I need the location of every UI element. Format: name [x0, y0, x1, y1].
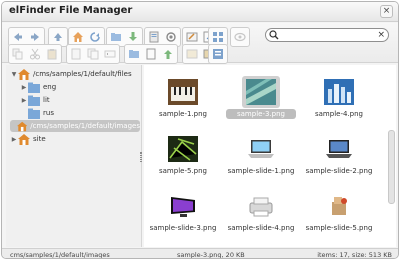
status-selected: sample-3.png, 20 KB: [177, 251, 245, 259]
close-button[interactable]: ×: [380, 5, 393, 18]
help-group: [230, 27, 250, 47]
circuit-thumbnail-icon: [168, 136, 198, 162]
file-name: sample-4.png: [315, 110, 363, 118]
tree-item-images-root[interactable]: ▶ /cms/samples/1/default/images: [10, 120, 140, 132]
expand-arrow-icon[interactable]: ▼: [10, 71, 18, 78]
search-clear-button[interactable]: ×: [377, 29, 385, 41]
status-totals: items: 17, size: 513 KB: [317, 251, 392, 259]
duplicate-icon[interactable]: [85, 46, 101, 62]
collapse-arrow-icon[interactable]: ▶: [20, 97, 28, 104]
help-icon[interactable]: [232, 29, 248, 45]
create-group: [124, 44, 178, 64]
back-icon[interactable]: [10, 29, 26, 45]
file-name: sample-slide-5.png: [305, 224, 373, 232]
boxes-thumbnail-icon: [332, 197, 347, 215]
search-box: ×: [265, 28, 389, 42]
clipboard-group: [8, 44, 62, 64]
file-name: sample-slide-1.png: [227, 167, 295, 175]
folder-icon: [28, 95, 40, 106]
get-info-icon[interactable]: [146, 29, 162, 45]
file-item[interactable]: sample-4.png: [302, 75, 376, 127]
tree-item-label: /cms/samples/1/default/files: [33, 70, 132, 78]
file-name: sample-1.png: [159, 110, 207, 118]
up-icon[interactable]: [50, 29, 66, 45]
home-icon[interactable]: [70, 29, 86, 45]
file-ops-group: [66, 44, 120, 64]
window-title: elFinder File Manager: [9, 5, 133, 16]
file-item[interactable]: sample-slide-1.png: [224, 132, 298, 184]
printer-thumbnail-icon: [249, 197, 273, 217]
reload-icon[interactable]: [87, 29, 103, 45]
view-icon[interactable]: [210, 29, 226, 45]
tree-item-eng[interactable]: ▶ eng: [20, 81, 56, 93]
file-name: sample-slide-4.png: [227, 224, 295, 232]
copy-icon[interactable]: [10, 46, 26, 62]
open-icon[interactable]: [108, 29, 124, 45]
upload-icon[interactable]: [160, 46, 176, 62]
vertical-scrollbar[interactable]: [388, 130, 395, 204]
title-bar[interactable]: elFinder File Manager ×: [2, 2, 398, 22]
sort-group: [208, 44, 228, 64]
cut-icon[interactable]: [27, 46, 43, 62]
status-bar: cms/samples/1/default/images sample-3.pn…: [2, 248, 398, 259]
tree-item-site[interactable]: ▶ site: [10, 133, 46, 145]
status-path: cms/samples/1/default/images: [10, 251, 110, 259]
tree-item-label: eng: [43, 83, 57, 91]
rename-icon[interactable]: [102, 46, 118, 62]
folder-tree: ▼ /cms/samples/1/default/files ▶ eng ▶ l…: [6, 65, 142, 247]
file-name: sample-5.png: [159, 167, 207, 175]
tree-item-label: /cms/samples/1/default/images: [30, 122, 140, 130]
tree-item-label: rus: [43, 109, 54, 117]
collapse-arrow-icon[interactable]: ▶: [10, 136, 18, 143]
tree-item-label: lit: [43, 96, 50, 104]
tree-item-files-root[interactable]: ▼ /cms/samples/1/default/files: [10, 68, 132, 80]
tree-item-lit[interactable]: ▶ lit: [20, 94, 50, 106]
city-thumbnail-icon: [324, 79, 354, 105]
laptop-thumbnail-icon: [326, 140, 352, 158]
laptop-thumbnail-icon: [248, 140, 274, 158]
file-name: sample-3.png: [226, 109, 296, 119]
panel-resize-handle[interactable]: [140, 152, 142, 162]
collapse-arrow-icon[interactable]: ▶: [20, 84, 28, 91]
search-icon[interactable]: [269, 30, 279, 40]
file-item[interactable]: sample-slide-4.png: [224, 189, 298, 241]
waves-thumbnail-icon: [246, 79, 276, 105]
edit-icon[interactable]: [184, 29, 200, 45]
download-icon[interactable]: [125, 29, 141, 45]
monitor-thumbnail-icon: [171, 197, 195, 217]
file-grid: sample-1.png sample-3.png sample-4.png s…: [144, 65, 396, 247]
new-file-icon[interactable]: [143, 46, 159, 62]
home-folder-icon: [18, 133, 30, 145]
toolbar: ×: [2, 23, 398, 64]
piano-thumbnail-icon: [168, 79, 198, 105]
search-input[interactable]: [281, 30, 371, 40]
file-item[interactable]: sample-slide-2.png: [302, 132, 376, 184]
file-item[interactable]: sample-5.png: [146, 132, 220, 184]
quicklook-icon[interactable]: [163, 29, 179, 45]
file-name: sample-slide-3.png: [149, 224, 217, 232]
file-item-selected[interactable]: sample-3.png: [224, 75, 298, 127]
file-item[interactable]: sample-1.png: [146, 75, 220, 127]
remove-icon[interactable]: [68, 46, 84, 62]
extract-icon[interactable]: [184, 46, 200, 62]
home-folder-icon: [18, 68, 30, 80]
tree-item-label: site: [33, 135, 46, 143]
folder-icon: [28, 108, 40, 119]
tree-item-rus[interactable]: ▶ rus: [20, 107, 54, 119]
forward-icon[interactable]: [27, 29, 43, 45]
file-manager-window: elFinder File Manager × × ▼ /cms/samples…: [1, 1, 399, 259]
folder-icon: [28, 82, 40, 93]
paste-icon[interactable]: [44, 46, 60, 62]
file-item[interactable]: sample-slide-3.png: [146, 189, 220, 241]
new-folder-icon[interactable]: [126, 46, 142, 62]
file-name: sample-slide-2.png: [305, 167, 373, 175]
home-folder-icon: [16, 121, 28, 131]
file-item[interactable]: sample-slide-5.png: [302, 189, 376, 241]
sort-icon[interactable]: [210, 46, 226, 62]
